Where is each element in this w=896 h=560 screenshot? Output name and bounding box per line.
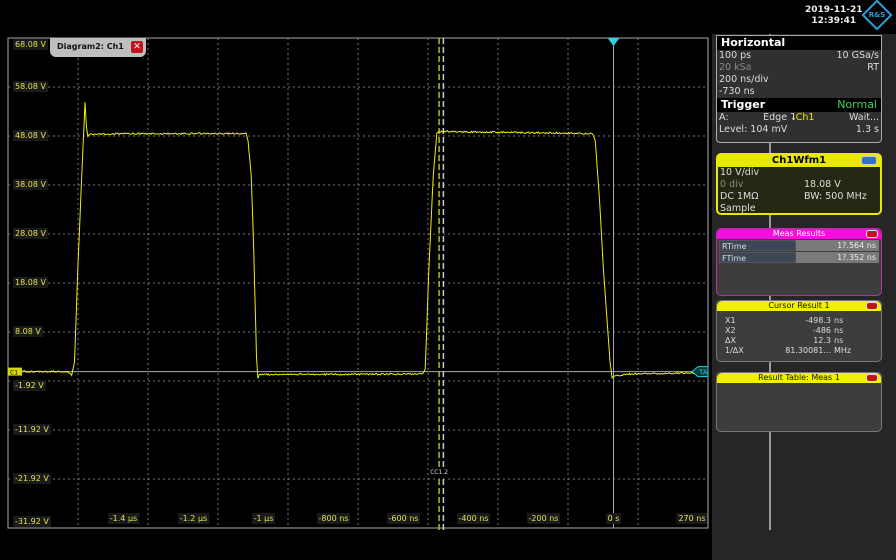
trigger-header[interactable]: Trigger Normal	[717, 98, 881, 112]
x-tick-label: -200 ns	[526, 513, 561, 524]
horizontal-title: Horizontal	[717, 36, 881, 50]
cursor-row: ΔX 12.3 ns	[717, 336, 881, 346]
meas-row[interactable]: RTime 1?.564 ns	[719, 240, 879, 251]
cursor-row: 1/ΔX 81.30081... MHz	[717, 346, 881, 356]
y-tick-label: -31.92 V	[13, 516, 51, 527]
cursor-unit: ns	[834, 336, 844, 345]
cursor-name: 1/ΔX	[725, 346, 744, 355]
cursor-value: 81.30081...	[785, 346, 831, 355]
cursor-row: X2 -486 ns	[717, 326, 881, 336]
meas-value: 1?.352 ns	[796, 252, 879, 263]
trigger-mode: Normal	[837, 98, 877, 111]
cursor-value: 12.3	[813, 336, 831, 345]
channel-title: Ch1Wfm1	[771, 155, 827, 166]
close-icon[interactable]: ✕	[131, 41, 143, 53]
cursor-label: CC1.2	[430, 469, 449, 476]
cursor-name: X1	[725, 316, 736, 325]
meas-title: Meas Results	[772, 229, 826, 238]
trigger-title: Trigger	[721, 98, 766, 111]
y-tick-label: 28.08 V	[13, 228, 48, 239]
cursor-unit: ns	[834, 316, 844, 325]
waveform-diagram[interactable]: TA C1	[0, 0, 712, 560]
meas-name: RTime	[719, 240, 796, 251]
y-tick-label: 68.08 V	[13, 39, 48, 50]
date: 2019-11-21	[805, 5, 863, 15]
diagram-tab-label: Diagram2: Ch1	[57, 42, 124, 51]
channel-scale: 10 V/div	[720, 167, 760, 178]
cursor-unit: MHz	[834, 346, 852, 355]
horizontal-panel[interactable]: Horizontal 100 ps 10 GSa/s 20 kSa RT 200 n…	[716, 35, 882, 143]
rs-logo-icon: R&S	[861, 0, 893, 31]
trigger-level: Level: 104 mV	[719, 124, 788, 135]
trigger-channel: Ch1	[795, 112, 815, 123]
cursor-row: X1 -498.3 ns	[717, 316, 881, 326]
close-icon[interactable]	[866, 374, 878, 382]
x-tick-label: -1.2 µs	[177, 513, 210, 524]
time: 12:39:41	[811, 16, 857, 26]
y-tick-label: -1.92 V	[13, 380, 46, 391]
trigger-position-marker[interactable]	[607, 38, 620, 46]
result-table-title: Result Table: Meas 1	[758, 373, 840, 382]
x-tick-label: 270 ns	[676, 513, 708, 524]
time-scale: 200 ns/div	[719, 74, 769, 85]
cursor-value: -498.3	[805, 316, 831, 325]
y-tick-label: 58.08 V	[13, 81, 48, 92]
minimize-icon[interactable]	[861, 156, 877, 165]
ground-marker-label: C1	[10, 370, 18, 377]
meas-name: FTime	[719, 252, 796, 263]
trigger-source-label: A:	[719, 112, 729, 123]
x-tick-label: -1.4 µs	[107, 513, 140, 524]
y-tick-label: 18.08 V	[13, 277, 48, 288]
x-tick-label: -1 µs	[251, 513, 276, 524]
trigger-type: Edge	[763, 112, 788, 123]
meas-results-panel[interactable]: Meas Results RTime 1?.564 ns FTime 1?.352 …	[716, 228, 882, 296]
cursor-result-panel[interactable]: Cursor Result 1 X1 -498.3 ns X2 -486 ns ΔX 12.3…	[716, 300, 882, 362]
result-table-panel[interactable]: Result Table: Meas 1	[716, 372, 882, 432]
trigger-time: 1.3 s	[855, 124, 879, 135]
cursor-name: X2	[725, 326, 736, 335]
clock: 2019-11-21 12:39:41	[805, 5, 863, 27]
diagram-tab[interactable]: Diagram2: Ch1 ✕	[50, 38, 146, 57]
meas-row[interactable]: FTime 1?.352 ns	[719, 252, 879, 263]
channel-panel[interactable]: Ch1Wfm1 10 V/div 0 div 18.08 V DC 1MΩ BW: …	[716, 153, 882, 215]
x-tick-label: 0 s	[605, 513, 622, 524]
cursor-name: ΔX	[725, 336, 736, 345]
grid	[7, 37, 709, 529]
channel-acq: Sample	[720, 203, 756, 214]
close-icon[interactable]	[866, 230, 878, 238]
y-tick-label: 38.08 V	[13, 179, 48, 190]
y-tick-label: -11.92 V	[13, 424, 51, 435]
record-length: 20 kSa	[719, 62, 752, 73]
cursor-unit: ns	[834, 326, 844, 335]
channel-offset-div: 0 div	[720, 179, 744, 190]
close-icon[interactable]	[866, 302, 878, 310]
channel-coupling: DC 1MΩ	[720, 191, 759, 202]
x-tick-label: -400 ns	[456, 513, 491, 524]
x-tick-label: -800 ns	[316, 513, 351, 524]
y-tick-label: 8.08 V	[13, 326, 43, 337]
channel-offset: 18.08 V	[804, 179, 841, 190]
channel-bandwidth: BW: 500 MHz	[804, 191, 867, 202]
cursor-title: Cursor Result 1	[768, 301, 830, 310]
meas-value: 1?.564 ns	[796, 240, 879, 251]
cursor-value: -486	[812, 326, 831, 335]
x-tick-label: -600 ns	[386, 513, 421, 524]
trigger-state: Wait...	[848, 112, 879, 123]
resolution: 100 ps	[719, 50, 752, 61]
trigger-marker-label: TA	[698, 369, 708, 377]
acq-mode: RT	[867, 62, 879, 73]
sample-rate: 10 GSa/s	[836, 50, 879, 61]
horizontal-position: -730 ns	[719, 86, 755, 97]
y-tick-label: -21.92 V	[13, 473, 51, 484]
y-tick-label: 48.08 V	[13, 130, 48, 141]
